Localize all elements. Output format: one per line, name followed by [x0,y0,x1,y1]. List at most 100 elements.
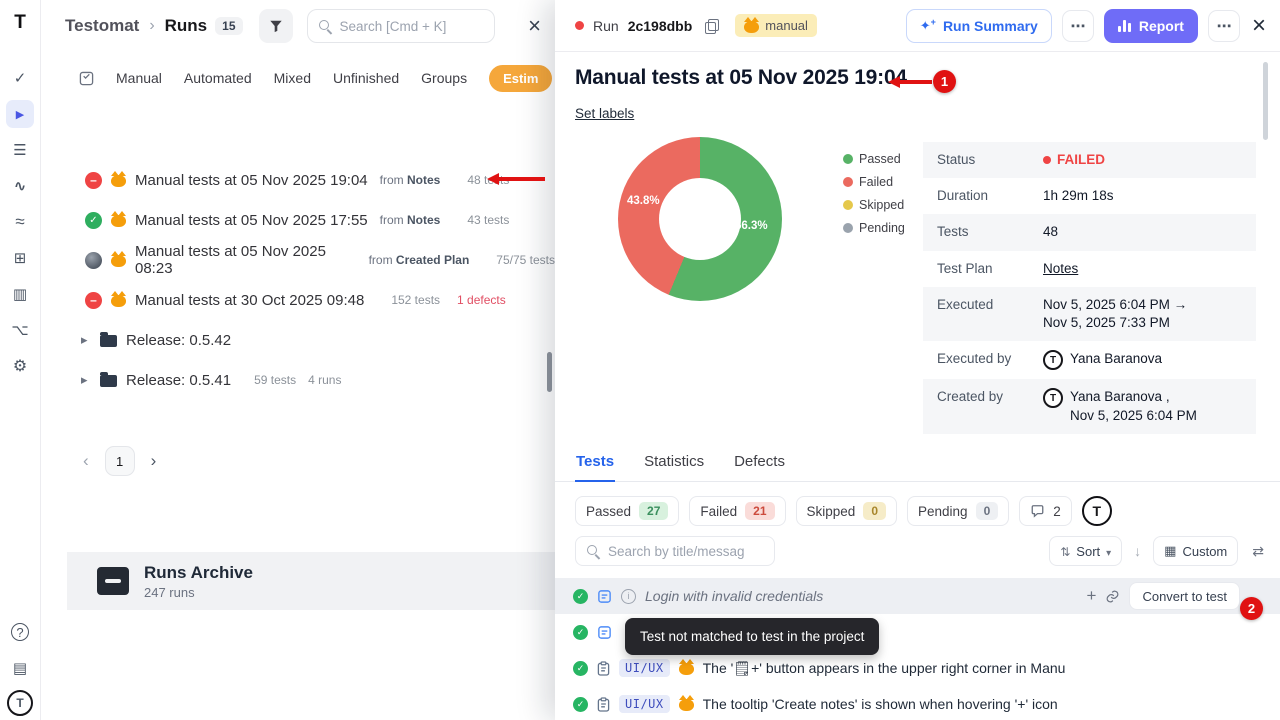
avatar: T [1043,350,1063,370]
tab-manual[interactable]: Manual [116,70,162,86]
convert-to-test-button[interactable]: Convert to test [1129,582,1240,610]
filter-failed-chip[interactable]: Failed21 [689,496,785,526]
import-icon[interactable] [6,244,34,272]
info-row-test-plan: Test Plan Notes [923,251,1256,287]
run-label: Run [593,18,619,34]
filter-skipped-chip[interactable]: Skipped0 [796,496,897,526]
report-button[interactable]: Report [1104,9,1198,43]
docs-icon[interactable] [6,654,34,682]
columns-swap-icon[interactable] [1252,543,1264,560]
test-tag[interactable]: UI/UX [619,695,670,713]
run-detail-title: Manual tests at 05 Nov 2025 19:04 [575,66,907,90]
test-tag[interactable]: UI/UX [619,659,670,677]
funnel-icon [269,19,283,33]
passed-icon [573,625,588,640]
prev-page-icon[interactable] [83,451,89,471]
runs-search[interactable] [307,9,495,43]
copy-icon[interactable] [705,19,718,32]
settings-icon[interactable] [6,352,34,380]
tab-automated[interactable]: Automated [184,70,252,86]
link-icon[interactable] [1105,589,1120,604]
test-title: Login with invalid credentials [645,588,823,604]
chevron-right-icon[interactable] [81,372,91,388]
run-info-table: Status FAILED Duration 1h 29m 18s Tests … [923,142,1256,434]
note-icon [597,589,612,604]
reports-icon[interactable] [6,280,34,308]
run-group-row[interactable]: Release: 0.5.42 [41,320,555,360]
filter-passed-chip[interactable]: Passed27 [575,496,679,526]
runs-search-input[interactable] [308,10,494,42]
passed-status-icon [85,212,102,229]
run-group-row[interactable]: Release: 0.5.41 59 tests4 runs [41,360,555,400]
search-icon [319,20,329,30]
runs-archive[interactable]: Runs Archive 247 runs [67,552,555,610]
fox-emoji [111,255,126,267]
test-plan-link[interactable]: Notes [1043,260,1078,278]
tab-groups[interactable]: Groups [421,70,467,86]
testomat-ai-chip[interactable]: T [1082,496,1112,526]
test-row[interactable]: Login with invalid credentials Convert t… [555,578,1280,614]
test-row[interactable]: UI/UX The '🗒+' button appears in the upp… [555,650,1280,686]
close-panel-icon[interactable] [1252,14,1266,38]
close-icon[interactable] [528,15,541,38]
summary-more-button[interactable] [1062,10,1094,42]
activity-icon[interactable] [6,172,34,200]
board-icon[interactable] [79,71,94,86]
tests-search[interactable] [575,536,775,566]
scrollbar-thumb[interactable] [547,352,552,392]
runs-icon[interactable] [6,100,34,128]
manual-badge: manual [735,14,817,37]
breadcrumb-separator: › [147,17,156,35]
tab-estimate[interactable]: Estim [489,65,552,92]
search-icon [587,545,597,555]
test-plans-icon[interactable] [6,136,34,164]
scrollbar-thumb[interactable] [1263,62,1268,140]
sort-icon [1060,544,1070,559]
legend-item-skipped: Skipped [843,198,905,212]
info-row-executed-by: Executed by TYana Baranova [923,341,1256,379]
analytics-icon[interactable] [6,208,34,236]
test-case-icon [597,697,610,712]
filter-comments-chip[interactable]: 2 [1019,496,1072,526]
page-number-button[interactable]: 1 [105,446,135,476]
testomat-logo[interactable]: T [7,10,33,36]
run-defects-count[interactable]: 1 defects [457,293,506,307]
run-row[interactable]: Manual tests at 05 Nov 2025 08:23 from C… [41,240,555,280]
tests-search-input[interactable] [576,537,774,565]
filter-button[interactable] [259,9,293,43]
user-avatar[interactable]: T [7,690,33,716]
archive-title: Runs Archive [144,563,253,583]
custom-view-button[interactable]: Custom [1153,536,1238,566]
chevron-down-icon [1106,544,1111,559]
sort-button[interactable]: Sort [1049,536,1122,566]
breadcrumb-app[interactable]: Testomat [65,16,139,36]
more-actions-button[interactable] [1208,10,1240,42]
download-icon[interactable] [1134,543,1141,559]
set-labels-link[interactable]: Set labels [575,106,634,121]
tab-unfinished[interactable]: Unfinished [333,70,399,86]
pagination: 1 [41,446,555,476]
run-detail-panel: Run 2c198dbb manual Run Summary Report [555,0,1280,720]
folder-icon [100,375,117,387]
results-icon[interactable] [6,64,34,92]
run-row[interactable]: Manual tests at 05 Nov 2025 19:04 from N… [41,160,555,200]
page-title: Runs [165,16,208,36]
next-page-icon[interactable] [151,451,157,471]
run-row[interactable]: Manual tests at 30 Oct 2025 09:48 152 te… [41,280,555,320]
help-icon[interactable] [6,618,34,646]
test-row[interactable]: UI/UX The tooltip 'Create notes' is show… [555,686,1280,720]
tab-tests[interactable]: Tests [575,449,615,482]
tab-defects[interactable]: Defects [733,449,786,481]
chevron-right-icon[interactable] [81,332,91,348]
run-row[interactable]: Manual tests at 05 Nov 2025 17:55 from N… [41,200,555,240]
run-summary-button[interactable]: Run Summary [906,9,1052,43]
branches-icon[interactable] [6,316,34,344]
info-row-executed: Executed Nov 5, 2025 6:04 PM →Nov 5, 202… [923,287,1256,341]
info-icon[interactable] [621,589,636,604]
donut-chart [618,137,782,301]
grid-icon [1164,543,1176,559]
tab-mixed[interactable]: Mixed [274,70,311,86]
tab-statistics[interactable]: Statistics [643,449,705,481]
filter-pending-chip[interactable]: Pending0 [907,496,1009,526]
add-icon[interactable] [1087,586,1097,606]
